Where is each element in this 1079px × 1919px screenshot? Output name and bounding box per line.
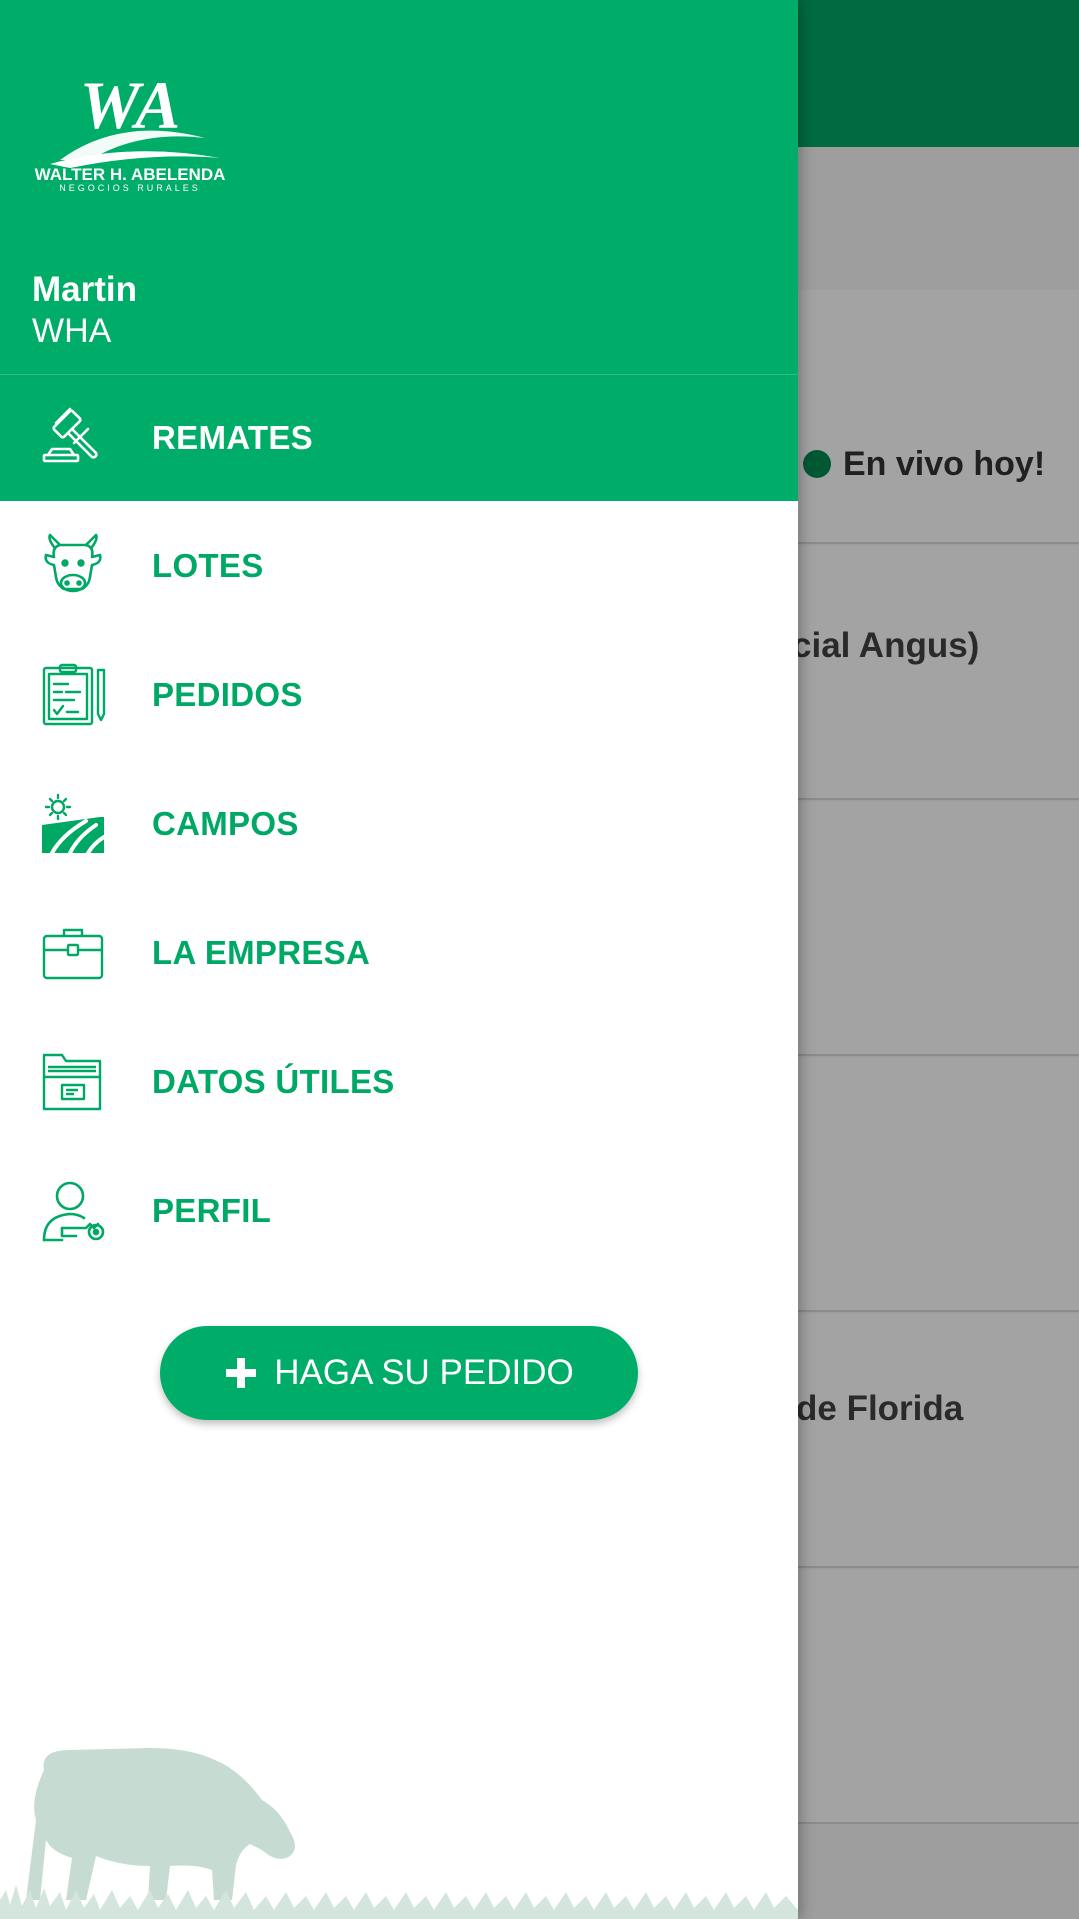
grazing-cow-illustration bbox=[0, 1748, 798, 1919]
briefcase-icon bbox=[40, 920, 106, 986]
menu-item-label: PEDIDOS bbox=[152, 675, 303, 713]
navigation-drawer: WA WALTER H. ABELENDA NEGOCIOS RURALES M… bbox=[0, 0, 798, 1919]
svg-text:WALTER H. ABELENDA: WALTER H. ABELENDA bbox=[35, 165, 226, 184]
menu-item-label: CAMPOS bbox=[152, 804, 299, 842]
field-sun-icon bbox=[40, 791, 106, 857]
brand-logo: WA WALTER H. ABELENDA NEGOCIOS RURALES bbox=[35, 68, 226, 192]
menu-item-datos-utiles[interactable]: DATOS ÚTILES bbox=[0, 1017, 798, 1146]
place-order-button-label: HAGA SU PEDIDO bbox=[274, 1353, 574, 1392]
folder-icon bbox=[40, 1049, 106, 1115]
drawer-menu: REMATES LOTES PEDIDOS CAMPOS LA EMPRESA … bbox=[0, 375, 798, 1275]
menu-item-label: PERFIL bbox=[152, 1191, 272, 1229]
menu-item-label: LA EMPRESA bbox=[152, 933, 371, 971]
menu-item-remates[interactable]: REMATES bbox=[0, 375, 798, 501]
menu-item-la-empresa[interactable]: LA EMPRESA bbox=[0, 888, 798, 1017]
user-key-icon bbox=[40, 1178, 106, 1244]
menu-item-pedidos[interactable]: PEDIDOS bbox=[0, 630, 798, 759]
menu-item-label: DATOS ÚTILES bbox=[152, 1062, 395, 1100]
gavel-icon bbox=[40, 405, 106, 471]
place-order-button[interactable]: HAGA SU PEDIDO bbox=[160, 1326, 638, 1420]
svg-text:NEGOCIOS RURALES: NEGOCIOS RURALES bbox=[59, 183, 201, 192]
menu-item-lotes[interactable]: LOTES bbox=[0, 501, 798, 630]
cow-face-icon bbox=[40, 533, 106, 599]
menu-item-perfil[interactable]: PERFIL bbox=[0, 1146, 798, 1275]
user-organization: WHA bbox=[32, 312, 112, 350]
svg-text:WA: WA bbox=[80, 68, 181, 143]
menu-item-label: LOTES bbox=[152, 546, 264, 584]
user-name: Martin bbox=[32, 270, 137, 309]
menu-item-campos[interactable]: CAMPOS bbox=[0, 759, 798, 888]
plus-icon bbox=[224, 1356, 258, 1390]
menu-item-label: REMATES bbox=[152, 419, 313, 456]
drawer-header: WA WALTER H. ABELENDA NEGOCIOS RURALES M… bbox=[0, 0, 798, 375]
clipboard-icon bbox=[40, 662, 106, 728]
